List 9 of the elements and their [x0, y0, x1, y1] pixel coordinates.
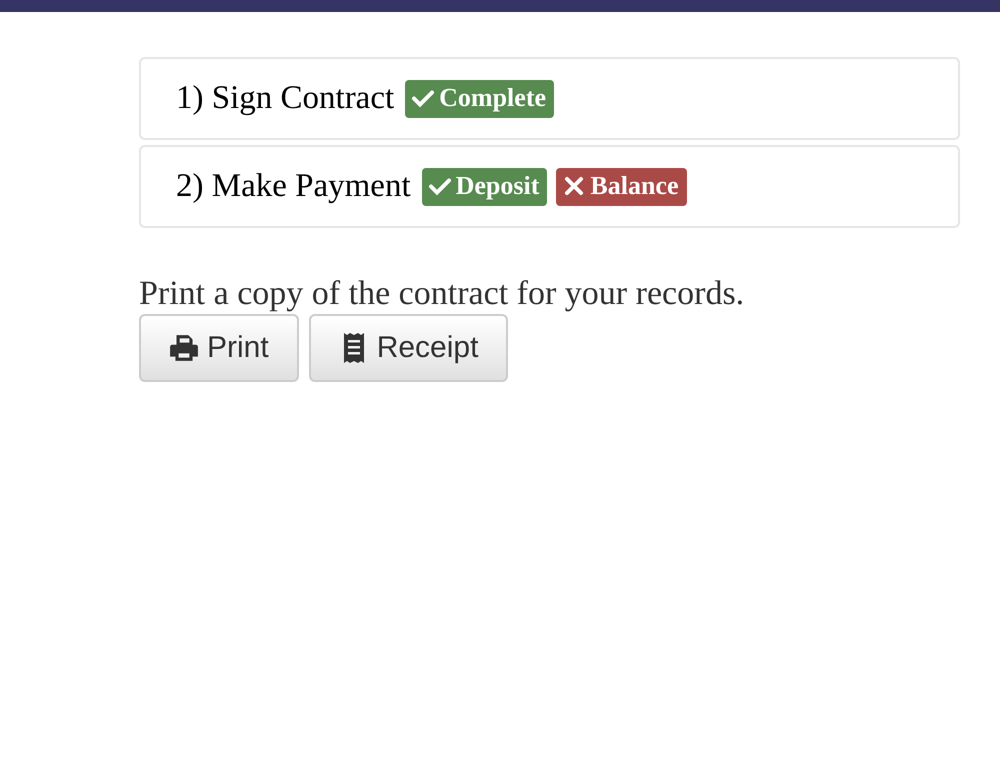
status-badge: Balance [556, 168, 686, 206]
status-badge: Deposit [422, 168, 548, 206]
instruction-text: Print a copy of the contract for your records. [139, 275, 746, 312]
step-label: 1) Sign Contract [176, 80, 394, 117]
print-button[interactable]: Print [139, 314, 299, 382]
printer-icon [169, 333, 199, 364]
status-badge: Complete [405, 80, 554, 118]
step-label: 2) Make Payment [176, 168, 411, 205]
receipt-button[interactable]: Receipt [308, 314, 508, 382]
